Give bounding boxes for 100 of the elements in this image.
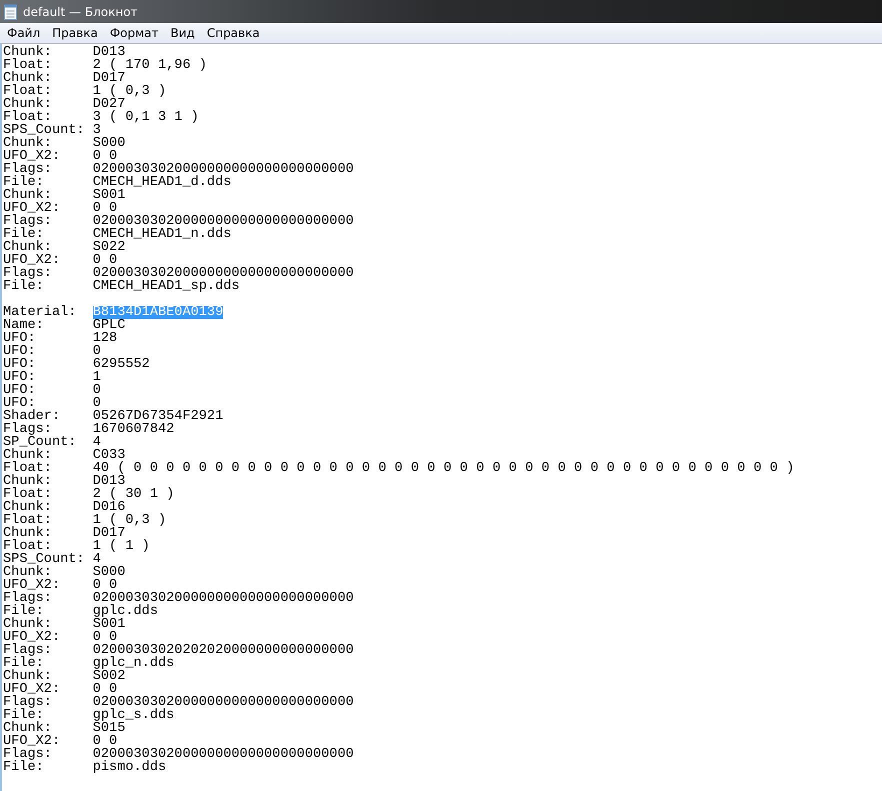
field-value: 40 ( 0 0 0 0 0 0 0 0 0 0 0 0 0 0 0 0 0 0 0 0 0 0 0 0 0 0 0 0 0 0 0 0 0 0 0 0 0 0 0 0 ) — [92, 462, 794, 475]
field-value: 02000303020000000000000000000000 — [92, 592, 354, 605]
field-value: D013 — [92, 475, 126, 488]
field-value: 3 ( 0,1 3 1 ) — [92, 111, 199, 124]
field-label: UFO_X2: — [3, 254, 62, 267]
field-label: UFO_X2: — [3, 150, 62, 163]
field-label: Flags: — [3, 163, 53, 176]
field-value: 0 0 — [92, 631, 118, 644]
field-label: Chunk: — [3, 670, 52, 683]
field-value: pismo.dds — [92, 761, 166, 774]
notepad-icon — [4, 4, 17, 20]
field-label: UFO_X2: — [3, 202, 62, 215]
field-label: Shader: — [3, 410, 62, 423]
field-value: gplc_s.dds — [92, 709, 174, 722]
field-value: 0 0 — [92, 683, 118, 696]
field-value: CMECH_HEAD1_d.dds — [92, 176, 232, 189]
field-value: D016 — [92, 501, 126, 514]
field-value: 0 0 — [92, 254, 118, 267]
field-value: 0 — [92, 345, 101, 358]
menu-item[interactable]: Формат — [104, 24, 165, 42]
field-label: Chunk: — [3, 189, 52, 202]
field-value: 0 0 — [92, 579, 118, 592]
field-value: D017 — [92, 72, 126, 85]
field-value: 1 ( 0,3 ) — [92, 514, 166, 527]
field-label: UFO: — [3, 384, 37, 397]
field-label: Chunk: — [3, 241, 52, 254]
field-label: Flags: — [3, 748, 53, 761]
field-label: Float: — [3, 59, 53, 72]
field-value: S000 — [92, 566, 126, 579]
field-value: 02000303020202020000000000000000 — [92, 644, 354, 657]
field-value: 02000303020000000000000000000000 — [92, 267, 354, 280]
field-label: Flags: — [3, 215, 53, 228]
field-value: 1670607842 — [92, 423, 174, 436]
field-value: S001 — [92, 618, 126, 631]
field-label: UFO: — [3, 345, 37, 358]
field-label: SPS_Count: — [3, 124, 86, 137]
field-label: File: — [3, 605, 44, 618]
field-label: File: — [3, 280, 45, 293]
field-label: UFO: — [3, 397, 36, 410]
field-label: Chunk: — [3, 46, 53, 59]
field-value: 2 ( 30 1 ) — [92, 488, 174, 501]
field-value: 4 — [92, 436, 101, 449]
field-value: 0 — [92, 384, 101, 397]
field-value: 0 — [92, 397, 101, 410]
field-label: SP_Count: — [3, 436, 78, 449]
field-label: Flags: — [3, 644, 53, 657]
field-label: Chunk: — [3, 137, 52, 150]
field-label: Chunk: — [3, 722, 52, 735]
field-value: S015 — [92, 722, 126, 735]
field-label: Chunk: — [3, 449, 53, 462]
field-value: CMECH_HEAD1_sp.dds — [92, 280, 240, 293]
field-label: Float: — [3, 462, 53, 475]
field-value: 02000303020000000000000000000000 — [92, 748, 354, 761]
field-label: Chunk: — [3, 566, 52, 579]
field-value: S002 — [92, 670, 126, 683]
field-label: UFO: — [3, 371, 37, 384]
field-label: Flags: — [3, 267, 53, 280]
menu-item[interactable]: Справка — [200, 24, 266, 42]
field-value: D027 — [92, 98, 126, 111]
field-value: gplc_n.dds — [92, 657, 174, 670]
field-value: S001 — [92, 189, 126, 202]
field-label: Chunk: — [3, 98, 53, 111]
field-label: Chunk: — [3, 501, 53, 514]
field-value: 1 ( 1 ) — [92, 540, 150, 553]
field-value: 0 0 — [92, 150, 118, 163]
field-label: UFO_X2: — [3, 631, 62, 644]
field-label: Float: — [3, 111, 52, 124]
menu-item[interactable]: Вид — [164, 24, 201, 42]
field-value: 0 0 — [92, 202, 118, 215]
field-value: 1 — [92, 371, 101, 384]
field-value: S000 — [92, 137, 126, 150]
field-value: 05267D67354F2921 — [92, 410, 224, 423]
field-label: Float: — [3, 488, 53, 501]
field-label: Name: — [3, 319, 45, 332]
field-label: File: — [3, 657, 44, 670]
field-value: 6295552 — [92, 358, 150, 371]
field-value: 1 ( 0,3 ) — [92, 85, 166, 98]
field-label: File: — [3, 228, 44, 241]
window-title: default — Блокнот — [23, 4, 138, 20]
field-label: Chunk: — [3, 72, 53, 85]
field-value: 4 — [92, 553, 101, 566]
field-label: UFO: — [3, 358, 37, 371]
field-label: File: — [3, 761, 45, 774]
field-value: B8134D1ABE0A0139 — [92, 306, 224, 319]
field-value: gplc.dds — [92, 605, 158, 618]
menu-item[interactable]: Файл — [1, 24, 46, 42]
field-value: S022 — [92, 241, 126, 254]
field-label: UFO_X2: — [3, 579, 62, 592]
field-label: Material: — [3, 306, 78, 319]
field-label: Float: — [3, 514, 53, 527]
field-value: D017 — [92, 527, 126, 540]
field-label: Flags: — [3, 592, 53, 605]
field-label: UFO_X2: — [3, 735, 62, 748]
field-value: D013 — [92, 46, 126, 59]
menu-item[interactable]: Правка — [46, 24, 104, 42]
field-label: Chunk: — [3, 475, 53, 488]
field-label: Float: — [3, 85, 53, 98]
field-label: Flags: — [3, 696, 53, 709]
field-value: 02000303020000000000000000000000 — [92, 215, 354, 228]
field-value: 2 ( 170 1,96 ) — [92, 59, 207, 72]
